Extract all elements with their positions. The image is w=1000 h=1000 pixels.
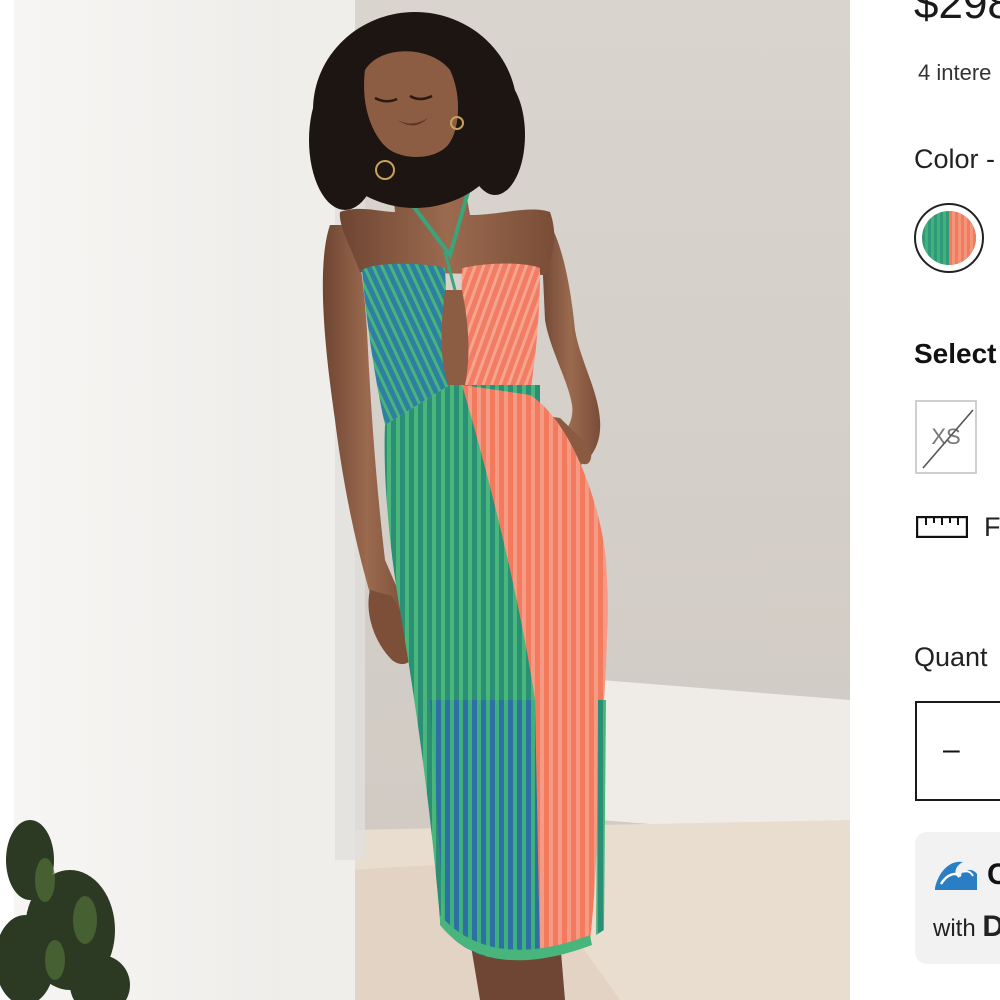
color-swatch-fill [922,211,976,265]
promo-subtitle-prefix: with [933,915,976,942]
size-option-xs[interactable]: XS [915,400,977,474]
promo-title: C [987,858,1000,891]
unavailable-strike-icon [922,409,974,469]
product-price: $298 [914,0,1000,28]
product-photo[interactable] [0,0,850,1000]
ruler-icon [916,516,968,538]
wave-icon [935,861,977,890]
promo-subtitle: with D [933,910,1000,944]
quantity-label: Quant [914,642,988,672]
color-swatch-multicolor[interactable] [914,203,984,273]
color-label: Color - [914,144,996,174]
quantity-stepper[interactable]: – [915,701,1000,801]
promo-banner[interactable]: C with D [915,832,1000,964]
interest-free-installments-text: 4 intere [918,60,992,85]
quantity-decrement-button[interactable]: – [943,733,960,767]
fit-guide-label: F [984,512,1000,542]
select-size-label: Select [914,338,997,369]
promo-subtitle-brand: D [982,910,1000,943]
product-purchase-panel: $298 4 intere Color - Select XS F Quant … [850,0,1000,1000]
product-photo-illustration [0,0,850,1000]
